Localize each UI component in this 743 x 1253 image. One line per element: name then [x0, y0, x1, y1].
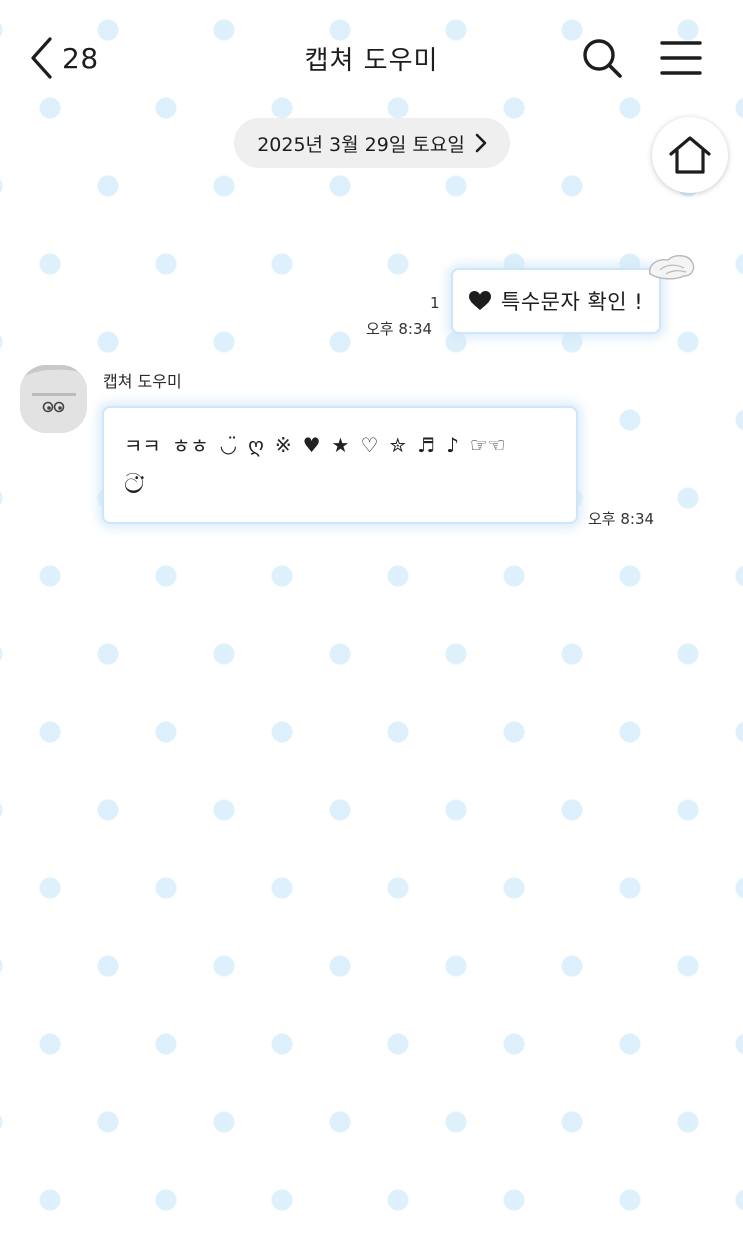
message-symbol: ㅎㅎ: [171, 434, 209, 458]
received-message-line: ට̈: [124, 467, 145, 500]
home-button[interactable]: [652, 117, 728, 193]
menu-icon: [660, 41, 702, 75]
heart-icon: [469, 291, 491, 310]
message-symbol: ※: [274, 432, 292, 457]
wing-icon: [646, 252, 696, 282]
home-icon: [669, 136, 711, 174]
top-bar: 28 캡쳐 도우미: [0, 0, 743, 116]
message-symbol: ★: [331, 432, 350, 457]
chat-screen: { "header": { "back_count": "28", "title…: [0, 0, 743, 1253]
sent-message-bubble[interactable]: 특수문자 확인 !: [451, 268, 661, 334]
message-symbol: ♬: [417, 432, 436, 457]
received-message-bubble[interactable]: ㅋㅋ ㅎㅎ ◡̈ ღ ※ ♥ ★ ♡ ✮ ♬ ♪ ☞☜ ට̈: [102, 406, 578, 524]
date-label: 2025년 3월 29일 토요일: [257, 133, 465, 156]
menu-button[interactable]: [658, 38, 704, 78]
received-message-line: ㅋㅋ ㅎㅎ ◡̈ ღ ※ ♥ ★ ♡ ✮ ♬ ♪ ☞☜: [124, 430, 558, 459]
message-symbol: ♡: [360, 432, 379, 457]
message-symbol: ღ: [248, 432, 264, 457]
received-timestamp: 오후 8:34: [588, 510, 655, 528]
message-symbol: ♪: [446, 432, 459, 457]
date-divider[interactable]: 2025년 3월 29일 토요일: [234, 118, 510, 168]
read-count: 1: [430, 294, 440, 312]
message-symbol: ☞☜: [469, 432, 506, 457]
message-symbol: ♥: [302, 432, 321, 457]
chat-room-title: 캡쳐 도우미: [304, 46, 439, 76]
sender-name: 캡쳐 도우미: [103, 372, 182, 391]
sent-message-text: 특수문자 확인 !: [501, 290, 644, 314]
message-symbol: ◡̈: [219, 432, 238, 457]
search-icon: [583, 39, 622, 78]
message-symbol: ㅋㅋ: [124, 434, 161, 458]
avatar[interactable]: [20, 365, 87, 433]
chevron-right-icon: [475, 133, 487, 153]
sent-timestamp: 오후 8:34: [366, 320, 433, 338]
message-symbol: ✮: [389, 432, 407, 457]
search-button[interactable]: [578, 36, 626, 80]
